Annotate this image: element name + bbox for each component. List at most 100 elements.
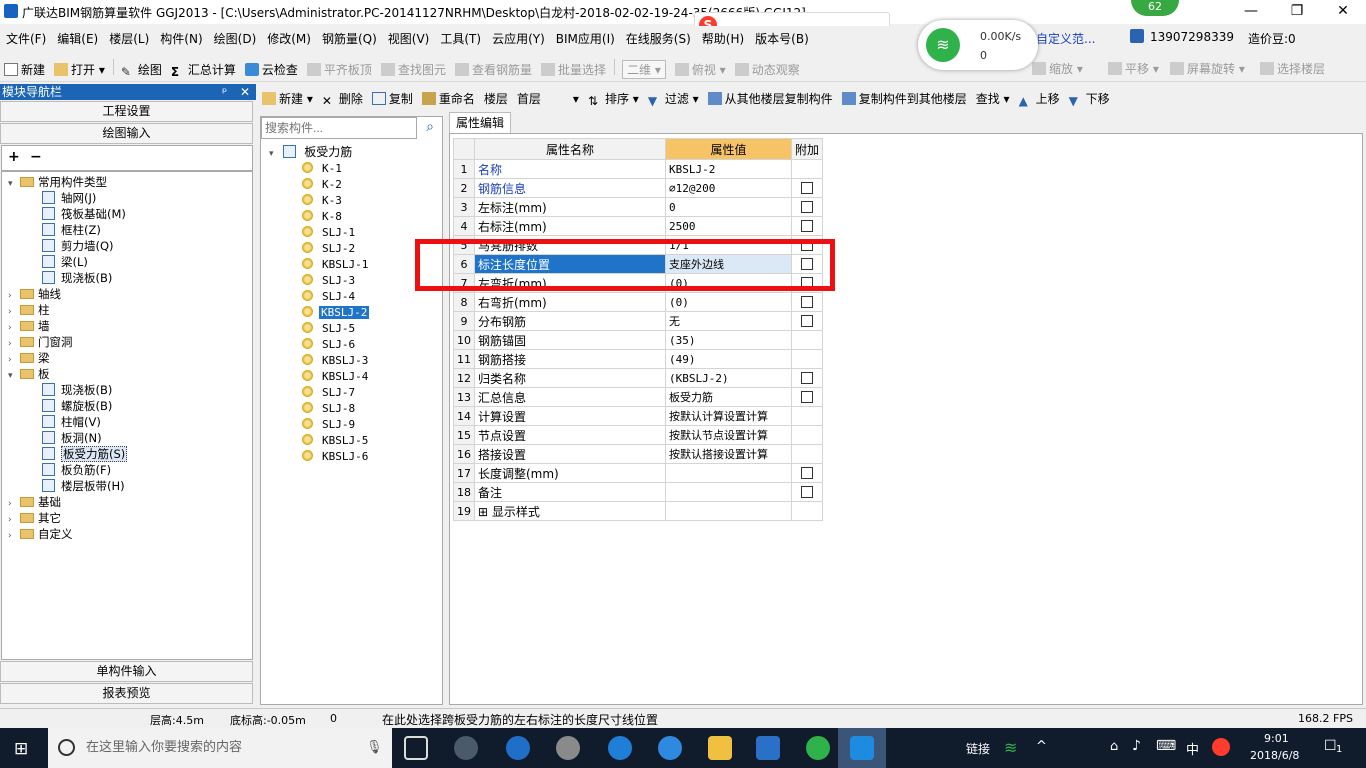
zoom-button[interactable]: 缩放 ▾ <box>1028 56 1088 78</box>
nav-folder[interactable]: › 梁 <box>8 350 50 366</box>
ime-indicator[interactable]: 中 <box>1186 739 1199 758</box>
collapse-all-icon[interactable]: − <box>30 149 42 165</box>
component-search-input[interactable] <box>261 117 417 139</box>
extra-checkbox[interactable] <box>801 372 813 384</box>
flat-slab-top-button[interactable]: 平齐板顶 <box>303 57 377 79</box>
menu-modify[interactable]: 修改(M) <box>261 26 316 48</box>
volume-icon[interactable]: ♪ <box>1132 738 1141 754</box>
property-row[interactable]: 1 名称 KBSLJ-2 <box>453 159 824 179</box>
property-value-header[interactable]: 属性值 <box>665 138 792 160</box>
menu-custom-range[interactable]: 自定义范... <box>1036 30 1095 47</box>
property-row[interactable]: 12 归类名称 (KBSLJ-2) <box>453 368 824 388</box>
property-value[interactable]: 2500 <box>665 216 792 236</box>
nav-folder[interactable]: › 墙 <box>8 318 50 334</box>
component-item[interactable]: KBSLJ-5 <box>302 433 368 449</box>
glodon-g-app-icon[interactable] <box>756 736 780 760</box>
circle-app-icon[interactable] <box>556 736 580 760</box>
task-view-icon[interactable] <box>404 736 428 760</box>
menu-draw[interactable]: 绘图(D) <box>208 26 262 48</box>
property-name[interactable]: 搭接设置 <box>474 444 666 464</box>
new-file-button[interactable]: 新建 <box>0 57 50 79</box>
property-value[interactable]: 按默认节点设置计算 <box>665 425 792 445</box>
view-rebar-button[interactable]: 查看钢筋量 <box>451 57 537 79</box>
keyboard-icon[interactable]: ⌨ <box>1156 738 1176 754</box>
menu-component[interactable]: 构件(N) <box>154 26 207 48</box>
batch-select-button[interactable]: 批量选择 <box>537 57 611 79</box>
property-name[interactable]: 右弯折(mm) <box>474 292 666 312</box>
menu-online[interactable]: 在线服务(S) <box>620 26 696 48</box>
menu-file[interactable]: 文件(F) <box>0 26 51 48</box>
cloud-check-button[interactable]: 云检查 <box>241 57 303 79</box>
microphone-icon[interactable]: 🎙 <box>366 728 383 768</box>
nav-folder[interactable]: ▾ 常用构件类型 <box>8 174 107 190</box>
component-item[interactable]: SLJ-3 <box>302 273 355 289</box>
move-up-button[interactable]: ▲ 上移 <box>1015 86 1065 108</box>
nav-item[interactable]: 螺旋板(B) <box>42 398 112 414</box>
nav-item[interactable]: 楼层板带(H) <box>42 478 125 494</box>
copy-button[interactable]: 复制 <box>368 86 418 108</box>
active-app-button[interactable] <box>838 728 886 768</box>
collapse-toggle-icon[interactable]: ▾ <box>269 149 274 159</box>
property-row[interactable]: 13 汇总信息 板受力筋 <box>453 387 824 407</box>
component-root-node[interactable]: ▾ 板受力筋 <box>269 144 352 160</box>
nav-item[interactable]: 板负筋(F) <box>42 462 111 478</box>
nav-folder[interactable]: ▾ 板 <box>8 366 50 382</box>
nav-folder[interactable]: › 柱 <box>8 302 50 318</box>
component-item[interactable]: SLJ-5 <box>302 321 355 337</box>
search-button[interactable]: 查找 ▾ <box>972 86 1015 108</box>
property-name-header[interactable]: 属性名称 <box>474 138 666 160</box>
user-phone[interactable]: 13907298339 <box>1150 30 1234 44</box>
component-item[interactable]: SLJ-8 <box>302 401 355 417</box>
property-value[interactable]: (KBSLJ-2) <box>665 368 792 388</box>
extra-checkbox[interactable] <box>801 220 813 232</box>
nav-item[interactable]: 柱帽(V) <box>42 414 101 430</box>
component-item[interactable]: SLJ-6 <box>302 337 355 353</box>
nav-folder[interactable]: › 自定义 <box>8 526 73 542</box>
property-value[interactable]: KBSLJ-2 <box>665 159 792 179</box>
component-item[interactable]: KBSLJ-1 <box>302 257 368 273</box>
property-name[interactable]: 钢筋搭接 <box>474 349 666 369</box>
tree-toggle-icon[interactable]: ▾ <box>8 176 18 192</box>
pin-icon[interactable]: ᵖ <box>222 84 227 100</box>
property-row[interactable]: 8 右弯折(mm) (0) <box>453 292 824 312</box>
menu-floor[interactable]: 楼层(L) <box>103 26 154 48</box>
sogou-tray-icon[interactable] <box>1212 738 1230 756</box>
network-speed-widget[interactable]: ≋ 0.00K/s 0 <box>918 20 1038 70</box>
property-row[interactable]: 17 长度调整(mm) <box>453 463 824 483</box>
property-row[interactable]: 15 节点设置 按默认节点设置计算 <box>453 425 824 445</box>
property-name[interactable]: 右标注(mm) <box>474 216 666 236</box>
component-item[interactable]: KBSLJ-4 <box>302 369 368 385</box>
property-name[interactable]: 钢筋信息 <box>474 178 666 198</box>
menu-rebar[interactable]: 钢筋量(Q) <box>316 26 382 48</box>
minimize-button[interactable]: — <box>1228 0 1274 24</box>
property-value[interactable]: 按默认计算设置计算 <box>665 406 792 426</box>
nav-item[interactable]: 现浇板(B) <box>42 270 112 286</box>
green-app-icon[interactable] <box>806 736 830 760</box>
ie-icon[interactable] <box>658 736 682 760</box>
property-row[interactable]: 9 分布钢筋无 <box>453 311 824 331</box>
delete-button[interactable]: ✕ 删除 <box>318 86 368 108</box>
rename-button[interactable]: 重命名 <box>418 86 480 108</box>
copy-to-floor-button[interactable]: 复制构件到其他楼层 <box>838 86 972 108</box>
single-component-input-button[interactable]: 单构件输入 <box>0 661 253 682</box>
search-icon[interactable]: ⌕ <box>419 117 441 139</box>
menu-version[interactable]: 版本号(B) <box>749 26 814 48</box>
property-name[interactable]: 分布钢筋 <box>474 311 666 331</box>
top-view-button[interactable]: 俯视 ▾ <box>671 57 731 79</box>
property-row[interactable]: 11 钢筋搭接 (49) <box>453 349 824 369</box>
component-item[interactable]: SLJ-4 <box>302 289 355 305</box>
drawing-input-button[interactable]: 绘图输入 <box>0 123 253 144</box>
component-item[interactable]: SLJ-1 <box>302 225 355 241</box>
taskbar-search-box[interactable]: 在这里输入你要搜索的内容 🎙 <box>48 728 392 768</box>
fan-app-icon[interactable] <box>454 736 478 760</box>
property-row[interactable]: 3 左标注(mm) 0 <box>453 197 824 217</box>
component-item[interactable]: SLJ-9 <box>302 417 355 433</box>
property-name[interactable]: 归类名称 <box>474 368 666 388</box>
cost-points[interactable]: 造价豆:0 <box>1248 30 1296 47</box>
extra-checkbox[interactable] <box>801 201 813 213</box>
property-value[interactable] <box>665 501 792 521</box>
tray-expand-icon[interactable]: ^ <box>1036 739 1047 754</box>
property-value[interactable]: 按默认搭接设置计算 <box>665 444 792 464</box>
notification-icon[interactable]: ☐ <box>1324 738 1337 754</box>
file-explorer-icon[interactable] <box>708 736 732 760</box>
